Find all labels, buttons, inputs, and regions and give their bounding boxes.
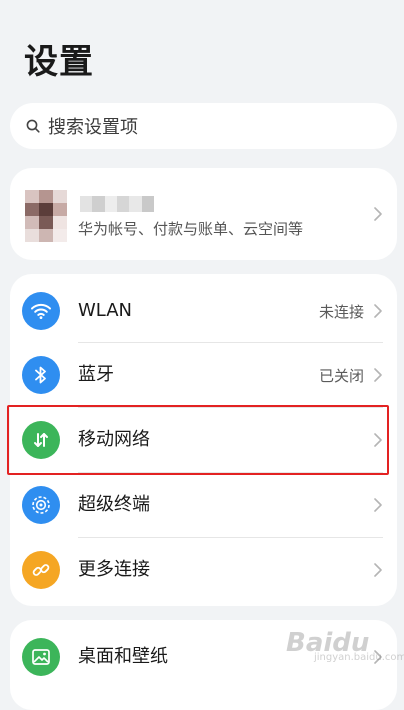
chevron-right-icon <box>374 207 382 221</box>
settings-item-status: 未连接 <box>318 303 364 321</box>
watermark: Baidu jingyan.baidu.com <box>286 628 404 668</box>
highlight-box <box>7 405 389 475</box>
settings-item-super-device[interactable]: 超级终端 <box>10 473 397 537</box>
chevron-right-icon <box>374 563 382 577</box>
account-name-blurred <box>80 196 154 212</box>
chevron-right-icon <box>374 368 382 382</box>
bluetooth-icon <box>22 356 60 394</box>
chevron-right-icon <box>374 304 382 318</box>
avatar <box>25 190 67 242</box>
super-device-icon <box>22 486 60 524</box>
settings-item-label: 超级终端 <box>78 494 150 515</box>
settings-item-label: WLAN <box>78 300 133 321</box>
wallpaper-icon <box>22 638 60 676</box>
chevron-right-icon <box>374 498 382 512</box>
settings-item-label: 蓝牙 <box>78 364 114 385</box>
account-card[interactable]: 华为帐号、付款与账单、云空间等 <box>10 168 397 260</box>
watermark-url: jingyan.baidu.com <box>314 652 404 663</box>
settings-item-more-connections[interactable]: 更多连接 <box>10 538 397 602</box>
settings-item-bluetooth[interactable]: 蓝牙 已关闭 <box>10 343 397 407</box>
search-icon <box>26 119 40 133</box>
settings-item-label: 桌面和壁纸 <box>78 646 168 667</box>
wifi-icon <box>22 292 60 330</box>
search-placeholder: 搜索设置项 <box>48 117 138 138</box>
settings-item-status: 已关闭 <box>318 367 364 385</box>
settings-item-wlan[interactable]: WLAN 未连接 <box>10 279 397 343</box>
link-icon <box>22 551 60 589</box>
page-title: 设置 <box>24 42 94 82</box>
search-bar[interactable]: 搜索设置项 <box>10 103 397 149</box>
account-subtitle: 华为帐号、付款与账单、云空间等 <box>78 220 304 238</box>
settings-item-label: 更多连接 <box>78 559 150 580</box>
